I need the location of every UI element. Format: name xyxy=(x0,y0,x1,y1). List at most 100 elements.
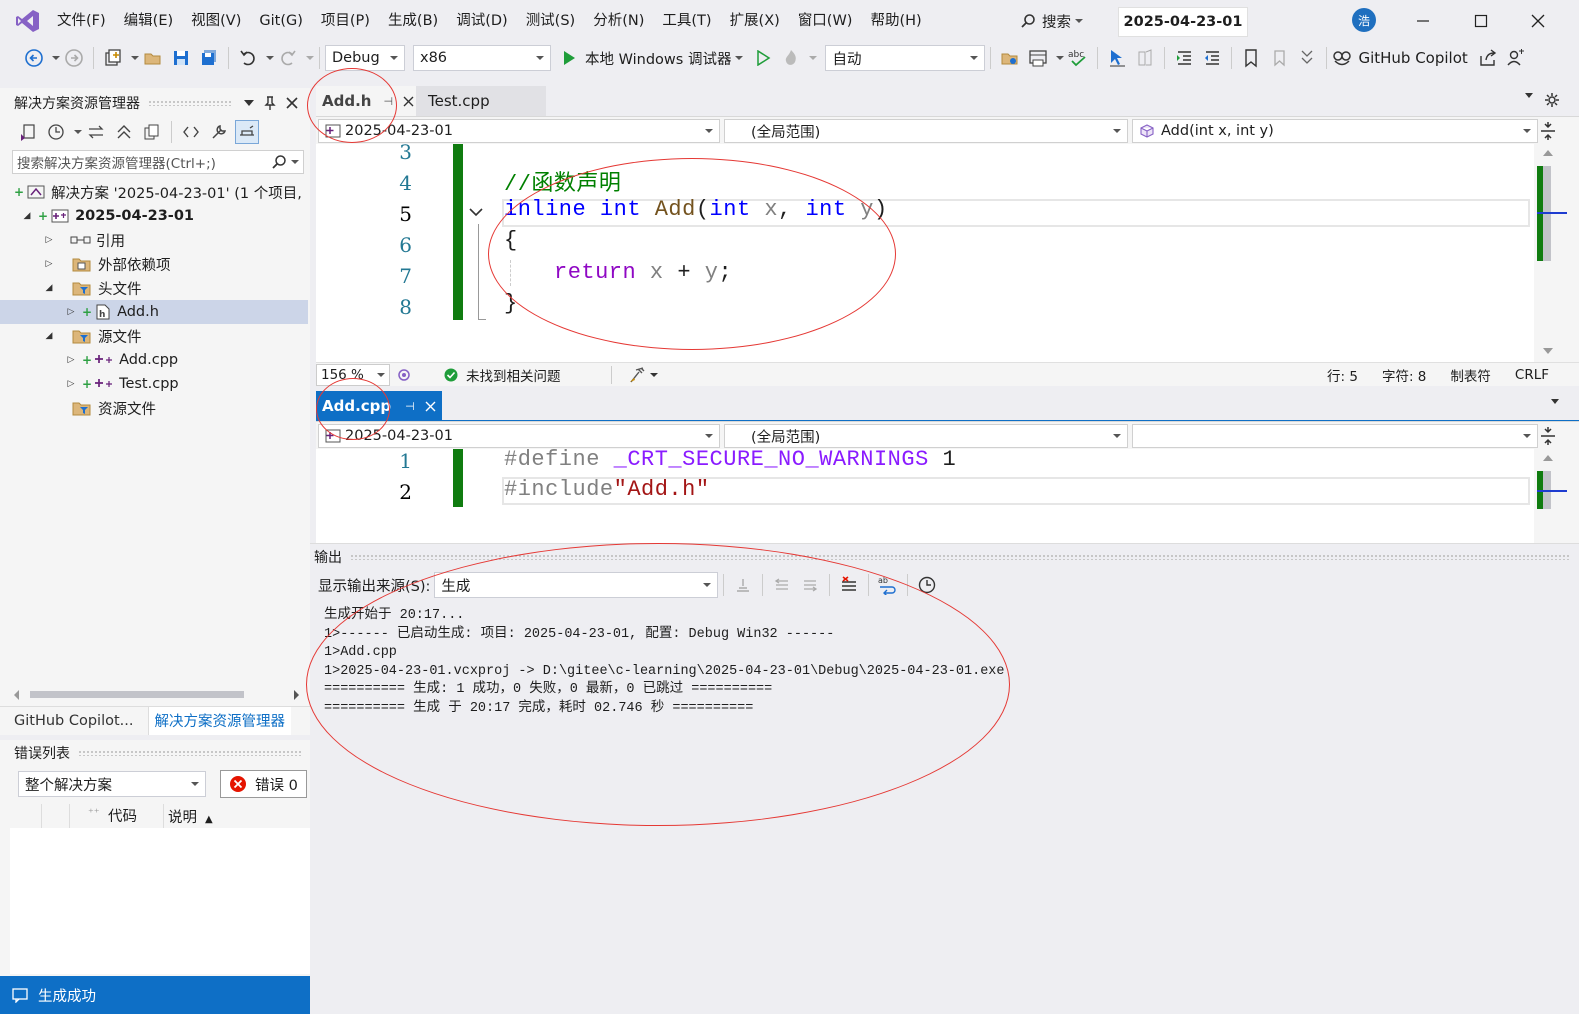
clear-all-icon[interactable] xyxy=(837,573,861,597)
next-message-icon[interactable] xyxy=(798,573,822,597)
solution-folder-icon[interactable] xyxy=(998,46,1022,70)
window-layout-icon[interactable] xyxy=(1026,46,1050,70)
bookmark-next-icon[interactable] xyxy=(1295,46,1319,70)
collapse-all-icon[interactable] xyxy=(112,120,136,144)
close-icon[interactable] xyxy=(286,97,298,109)
collapsed-icon[interactable]: ▷ xyxy=(44,235,54,245)
collapsed-icon[interactable]: ▷ xyxy=(66,379,76,389)
pin-icon[interactable]: ⊣ xyxy=(383,95,393,108)
char-indicator[interactable]: 字符: 8 xyxy=(1382,365,1426,385)
expanded-icon[interactable]: ◢ xyxy=(44,283,54,293)
tree-item-resource-files[interactable]: 资源文件 xyxy=(0,396,310,420)
menu-item[interactable]: Git(G) xyxy=(250,0,312,42)
menu-item[interactable]: 工具(T) xyxy=(653,0,720,42)
word-wrap-icon[interactable]: ab xyxy=(876,573,900,597)
save-icon[interactable] xyxy=(169,46,193,70)
intellicode-icon[interactable] xyxy=(396,367,412,383)
menu-item[interactable]: 调试(D) xyxy=(447,0,516,42)
redo-icon[interactable] xyxy=(276,46,300,70)
chevron-down-icon[interactable] xyxy=(266,56,274,60)
menu-item[interactable]: 编辑(E) xyxy=(115,0,182,42)
close-icon[interactable] xyxy=(403,96,414,107)
minimize-button[interactable] xyxy=(1408,8,1438,34)
tab-github-copilot[interactable]: GitHub Copilot... xyxy=(0,713,148,729)
bookmark-icon[interactable] xyxy=(1239,46,1263,70)
previous-message-icon[interactable] xyxy=(770,573,794,597)
auto-dropdown[interactable]: 自动 xyxy=(825,45,986,71)
output-text-area[interactable]: 生成开始于 20:17... 1>------ 已启动生成: 项目: 2025-… xyxy=(318,601,1579,980)
open-folder-icon[interactable] xyxy=(141,46,165,70)
save-all-icon[interactable] xyxy=(197,46,221,70)
collapse-icon[interactable] xyxy=(468,206,484,218)
menu-item[interactable]: 项目(P) xyxy=(312,0,379,42)
menu-item[interactable]: 扩展(X) xyxy=(721,0,789,42)
menu-item[interactable]: 分析(N) xyxy=(584,0,653,42)
format-icon[interactable] xyxy=(1133,46,1157,70)
github-copilot-button[interactable]: GitHub Copilot xyxy=(1332,49,1468,67)
menu-item[interactable]: 帮助(H) xyxy=(861,0,930,42)
tree-item-source-files[interactable]: ◢ 源文件 xyxy=(0,324,310,348)
outdent-icon[interactable] xyxy=(1200,46,1224,70)
tab-add-cpp[interactable]: Add.cpp ⊣ xyxy=(316,391,442,421)
share-icon[interactable] xyxy=(1476,46,1500,70)
horizontal-scrollbar[interactable] xyxy=(14,688,306,700)
bookmark-prev-icon[interactable] xyxy=(1267,46,1291,70)
platform-dropdown[interactable]: x86 xyxy=(413,45,551,71)
menu-item[interactable]: 文件(F) xyxy=(48,0,115,42)
close-button[interactable] xyxy=(1523,8,1553,34)
chevron-down-icon[interactable] xyxy=(131,56,139,60)
live-share-icon[interactable] xyxy=(1504,46,1528,70)
maximize-button[interactable] xyxy=(1466,8,1496,34)
tab-list-dropdown[interactable] xyxy=(1547,399,1559,420)
view-code-icon[interactable] xyxy=(179,120,203,144)
expanded-icon[interactable]: ◢ xyxy=(44,331,54,341)
pin-icon[interactable] xyxy=(264,96,276,110)
tab-solution-explorer[interactable]: 解决方案资源管理器 xyxy=(147,706,291,735)
search-button[interactable]: 搜索 xyxy=(1020,9,1083,33)
tab-list-dropdown[interactable] xyxy=(1521,93,1533,114)
collapsed-icon[interactable]: ▷ xyxy=(44,259,54,269)
chevron-down-icon[interactable] xyxy=(306,56,314,60)
gear-icon[interactable] xyxy=(1545,93,1559,107)
vertical-scrollbar[interactable] xyxy=(1534,449,1579,543)
split-editor-icon[interactable] xyxy=(1540,426,1556,446)
configuration-dropdown[interactable]: Debug xyxy=(325,45,405,71)
tree-item-add-h[interactable]: ▷ + h Add.h xyxy=(0,300,308,324)
column-code[interactable]: ⁺⁺ 代码 xyxy=(70,803,164,830)
editor2-code-area[interactable]: 1 2 #define _CRT_SECURE_NO_WARNINGS 1 #i… xyxy=(316,447,1579,543)
tree-item-test-cpp[interactable]: ▷ + Test.cpp xyxy=(0,372,310,396)
expanded-icon[interactable]: ◢ xyxy=(22,211,32,221)
properties-icon[interactable] xyxy=(207,120,231,144)
error-scope-dropdown[interactable]: 整个解决方案 xyxy=(18,771,206,797)
collapsed-icon[interactable]: ▷ xyxy=(66,307,76,317)
close-icon[interactable] xyxy=(425,401,436,412)
visual-studio-logo-icon[interactable] xyxy=(8,0,48,42)
tree-item-add-cpp[interactable]: ▷ + Add.cpp xyxy=(0,348,310,372)
output-source-dropdown[interactable]: 生成 xyxy=(434,572,719,598)
chevron-down-icon[interactable] xyxy=(244,100,254,106)
start-debugging-button[interactable]: 本地 Windows 调试器 xyxy=(561,48,744,69)
errors-filter-button[interactable]: 错误 0 xyxy=(220,770,307,798)
chevron-down-icon[interactable] xyxy=(52,56,60,60)
menu-item[interactable]: 生成(B) xyxy=(379,0,447,42)
column-description[interactable]: 说明 ▲ xyxy=(164,806,213,827)
global-scope-dropdown[interactable]: (全局范围) xyxy=(724,424,1128,448)
menu-item[interactable]: 窗口(W) xyxy=(789,0,862,42)
new-project-icon[interactable] xyxy=(101,46,125,70)
undo-icon[interactable] xyxy=(236,46,260,70)
clock-icon[interactable] xyxy=(915,573,939,597)
menu-item[interactable]: 测试(S) xyxy=(517,0,585,42)
collapsed-icon[interactable]: ▷ xyxy=(66,355,76,365)
tree-item-solution[interactable]: + 解决方案 '2025-04-23-01' (1 个项目, xyxy=(0,180,310,204)
goto-location-icon[interactable] xyxy=(731,573,755,597)
member-dropdown[interactable] xyxy=(1132,424,1538,448)
solution-search-input[interactable]: 搜索解决方案资源管理器(Ctrl+;) xyxy=(12,150,304,174)
sync-icon[interactable] xyxy=(84,120,108,144)
split-editor-icon[interactable] xyxy=(1540,121,1556,141)
pending-changes-icon[interactable] xyxy=(44,120,68,144)
select-element-icon[interactable] xyxy=(1105,46,1129,70)
tree-item-references[interactable]: ▷ 引用 xyxy=(0,228,310,252)
tree-item-project[interactable]: ◢ + 2025-04-23-01 xyxy=(0,204,310,228)
tab-add-h[interactable]: Add.h ⊣ xyxy=(316,86,416,116)
indent-mode[interactable]: 制表符 xyxy=(1450,365,1491,385)
